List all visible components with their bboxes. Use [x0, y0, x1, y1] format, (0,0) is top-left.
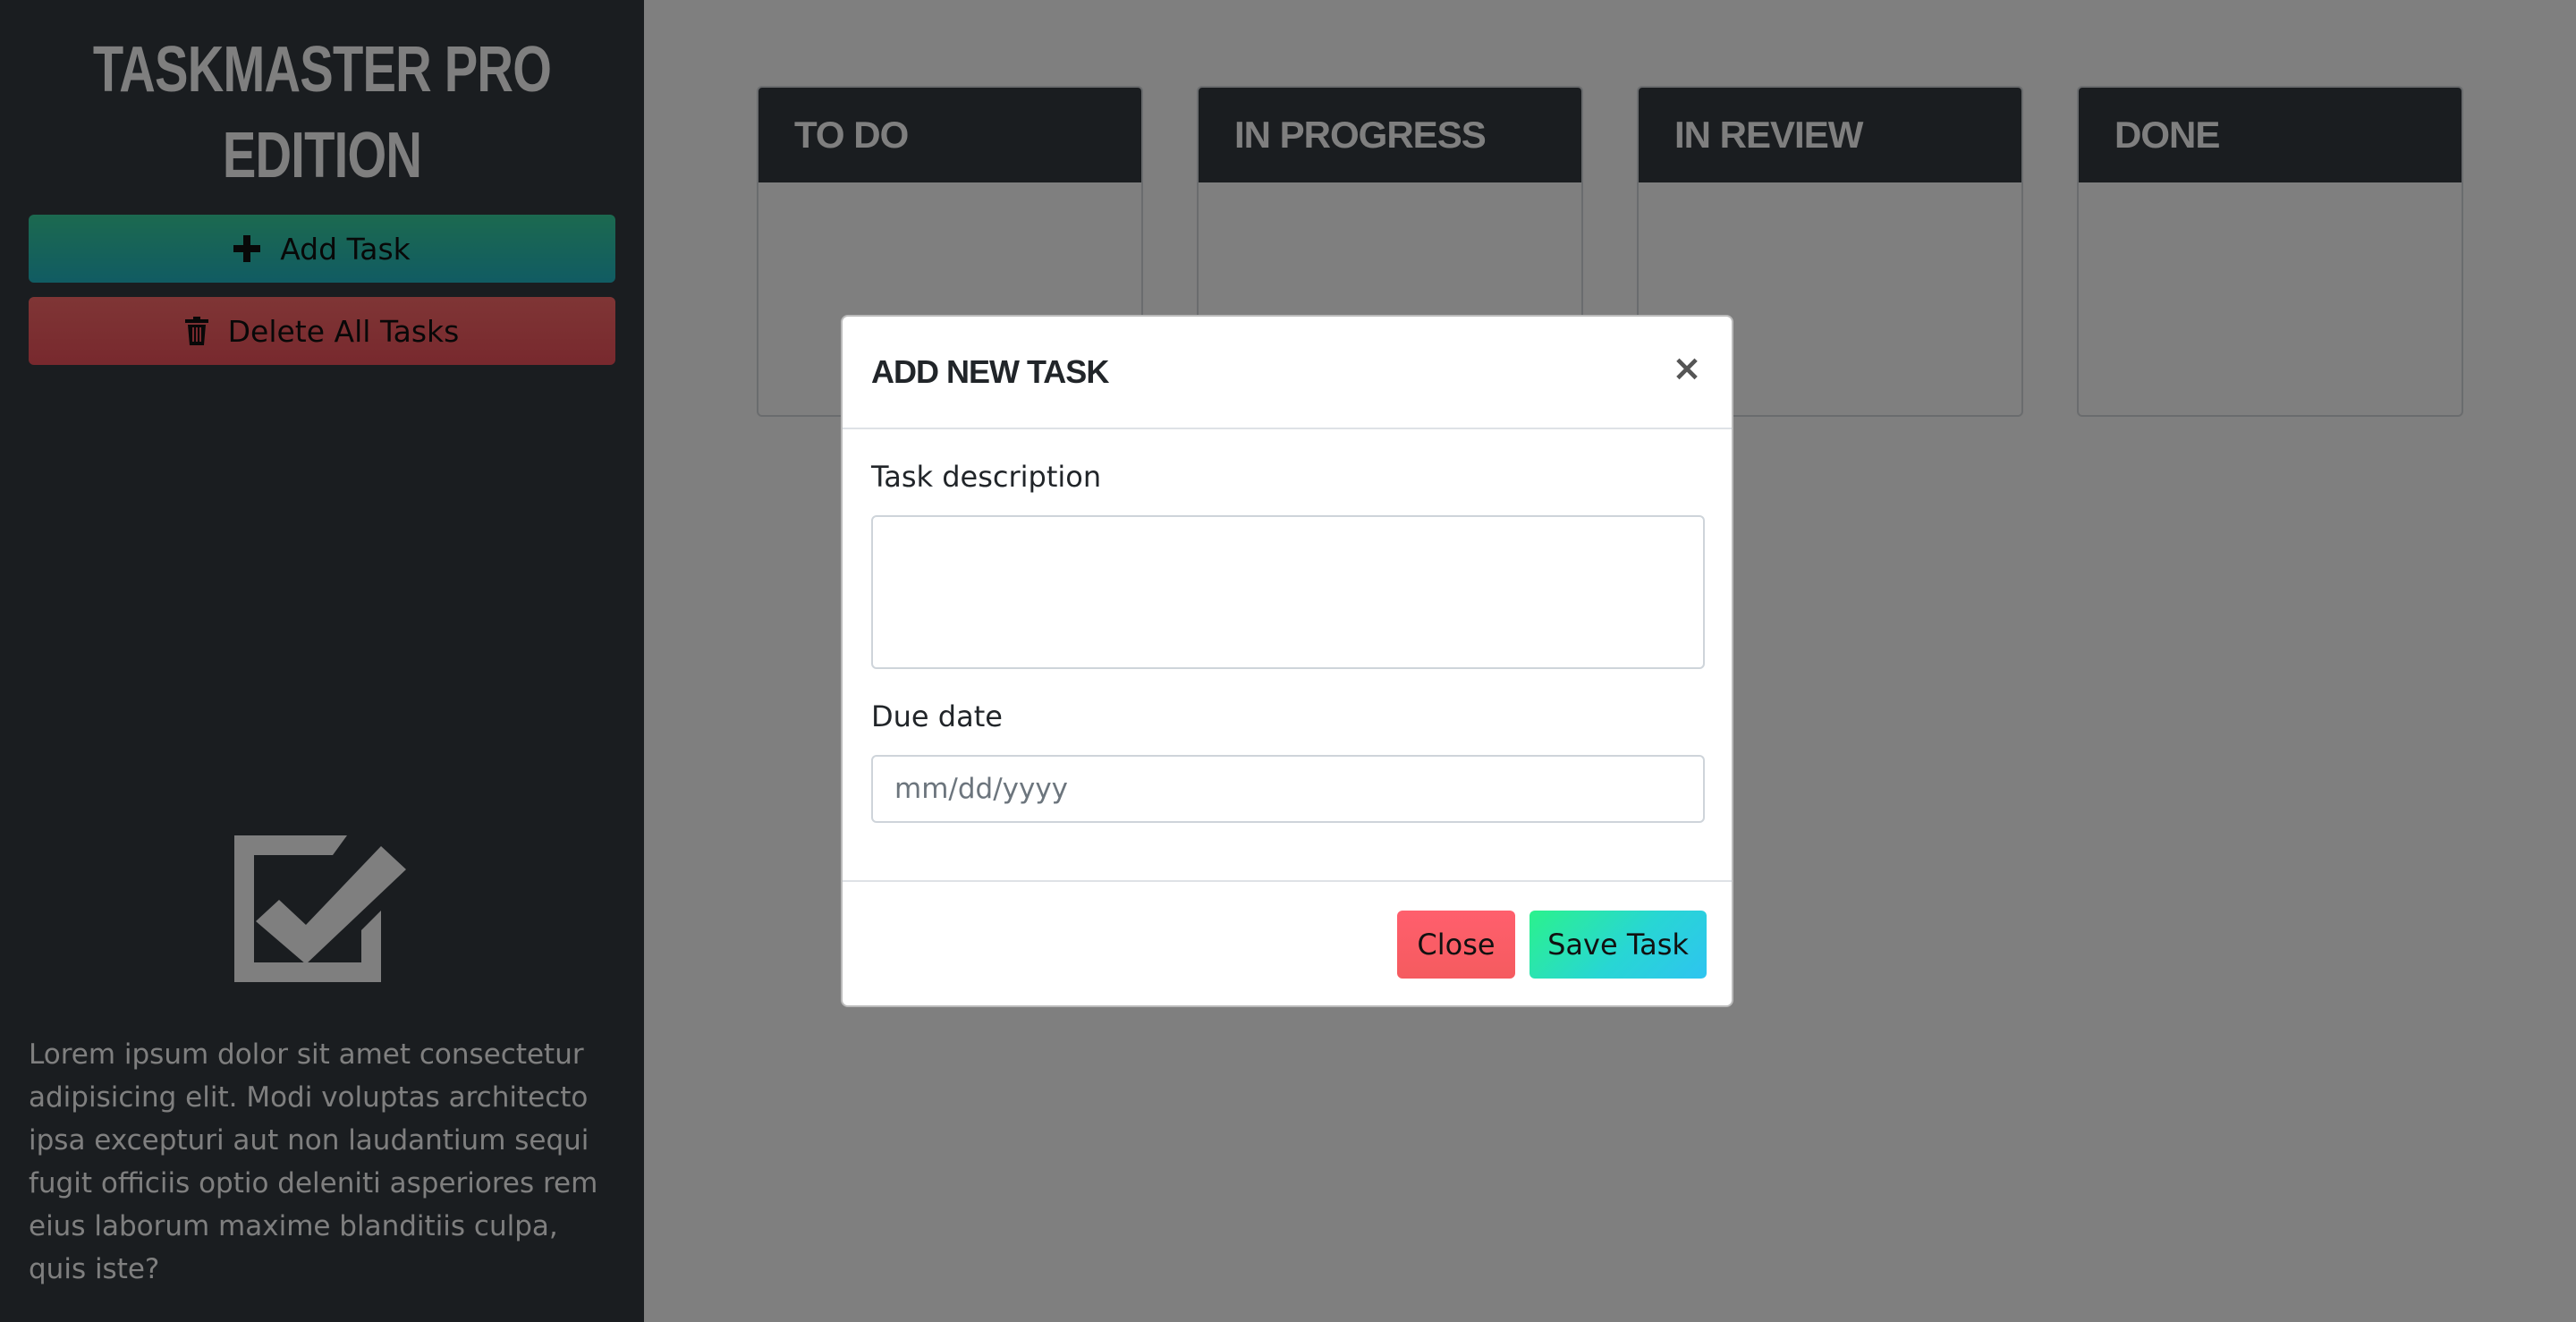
save-task-button[interactable]: Save Task: [1530, 911, 1707, 979]
modal-header: ADD NEW TASK ×: [843, 317, 1732, 429]
close-button[interactable]: Close: [1397, 911, 1515, 979]
modal-title: ADD NEW TASK: [871, 353, 1109, 390]
app-root: TASKMASTER PRO EDITION Add Task Delete A…: [0, 0, 2576, 1322]
modal-footer: Close Save Task: [843, 880, 1732, 1007]
due-date-input[interactable]: [871, 755, 1705, 823]
due-date-label: Due date: [871, 699, 1003, 733]
task-description-label: Task description: [871, 460, 1102, 494]
close-icon[interactable]: ×: [1667, 349, 1707, 388]
task-description-input[interactable]: [871, 515, 1705, 669]
add-task-modal: ADD NEW TASK × Task description Due date…: [841, 315, 1733, 1007]
